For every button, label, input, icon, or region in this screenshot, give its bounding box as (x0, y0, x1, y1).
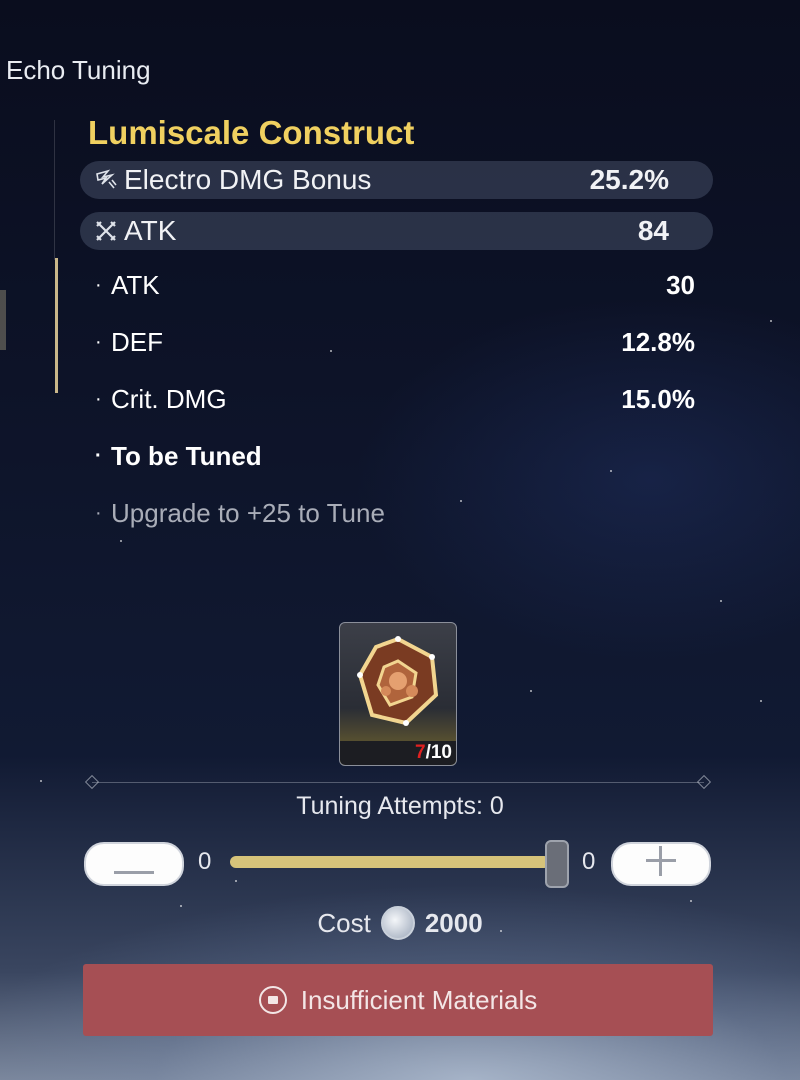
tuning-slider-handle[interactable] (545, 840, 569, 888)
cost-amount: 2000 (424, 907, 483, 938)
substat-accent-bar (55, 258, 58, 393)
cost-row: Cost 2000 (0, 906, 800, 940)
section-divider (84, 774, 712, 790)
bullet-icon: · (95, 387, 102, 410)
sub-stat-value: 30 (666, 269, 695, 300)
sub-stat-name: ATK (111, 269, 160, 300)
tuning-slider-track[interactable] (230, 856, 550, 868)
to-be-tuned-label: To be Tuned (111, 440, 262, 471)
sub-stat-name: DEF (111, 326, 163, 357)
electro-dmg-icon (94, 168, 118, 192)
tune-button-label: Insufficient Materials (300, 984, 538, 1015)
material-owned: 7 (415, 742, 426, 763)
divider-diamond-icon (84, 774, 100, 790)
sub-stat-value: 15.0% (621, 383, 695, 414)
main-stat-value: 25.2% (589, 164, 669, 195)
minus-icon (114, 843, 154, 885)
to-be-tuned-row: · To be Tuned (95, 436, 695, 476)
slider-max-value: 0 (582, 848, 596, 875)
crossed-swords-icon (94, 219, 118, 243)
bullet-icon: · (95, 330, 102, 353)
increase-button[interactable] (611, 842, 711, 886)
secondary-main-stat-row: ATK 84 (80, 212, 713, 250)
upgrade-hint: Upgrade to +25 to Tune (111, 497, 385, 528)
main-stat-name: Electro DMG Bonus (124, 164, 372, 195)
secondary-main-stat-name: ATK (124, 215, 177, 246)
panel-divider (54, 120, 55, 260)
side-tab-edge[interactable] (0, 290, 6, 350)
bullet-icon: · (95, 444, 102, 467)
echo-name: Lumiscale Construct (88, 114, 415, 151)
upgrade-hint-row: · Upgrade to +25 to Tune (95, 493, 695, 533)
lock-icon (258, 986, 287, 1014)
main-stat-row: Electro DMG Bonus 25.2% (80, 161, 713, 199)
tuner-material-slot[interactable]: 7/10 (339, 622, 457, 766)
tuning-attempts: Tuning Attempts: 0 (296, 792, 504, 820)
divider-diamond-icon (696, 774, 712, 790)
shell-credit-icon (380, 906, 415, 940)
sub-stat-row: · ATK 30 (95, 265, 695, 305)
cost-label: Cost (317, 907, 371, 938)
secondary-main-stat-value: 84 (637, 215, 669, 246)
sub-stat-row: · Crit. DMG 15.0% (95, 379, 695, 419)
sub-stat-value: 12.8% (621, 326, 695, 357)
tune-button[interactable]: Insufficient Materials (83, 964, 713, 1036)
decrease-button[interactable] (84, 842, 184, 886)
bullet-icon: · (95, 273, 102, 296)
tuner-crystal-icon (354, 633, 442, 736)
material-count: 7/10 (340, 741, 456, 765)
sub-stat-row: · DEF 12.8% (95, 322, 695, 362)
material-required: /10 (425, 742, 452, 763)
bullet-icon: · (95, 501, 102, 524)
slider-min-value: 0 (198, 848, 212, 875)
screen-title: Echo Tuning (6, 55, 151, 85)
sub-stat-name: Crit. DMG (111, 383, 227, 414)
plus-icon (646, 843, 676, 885)
